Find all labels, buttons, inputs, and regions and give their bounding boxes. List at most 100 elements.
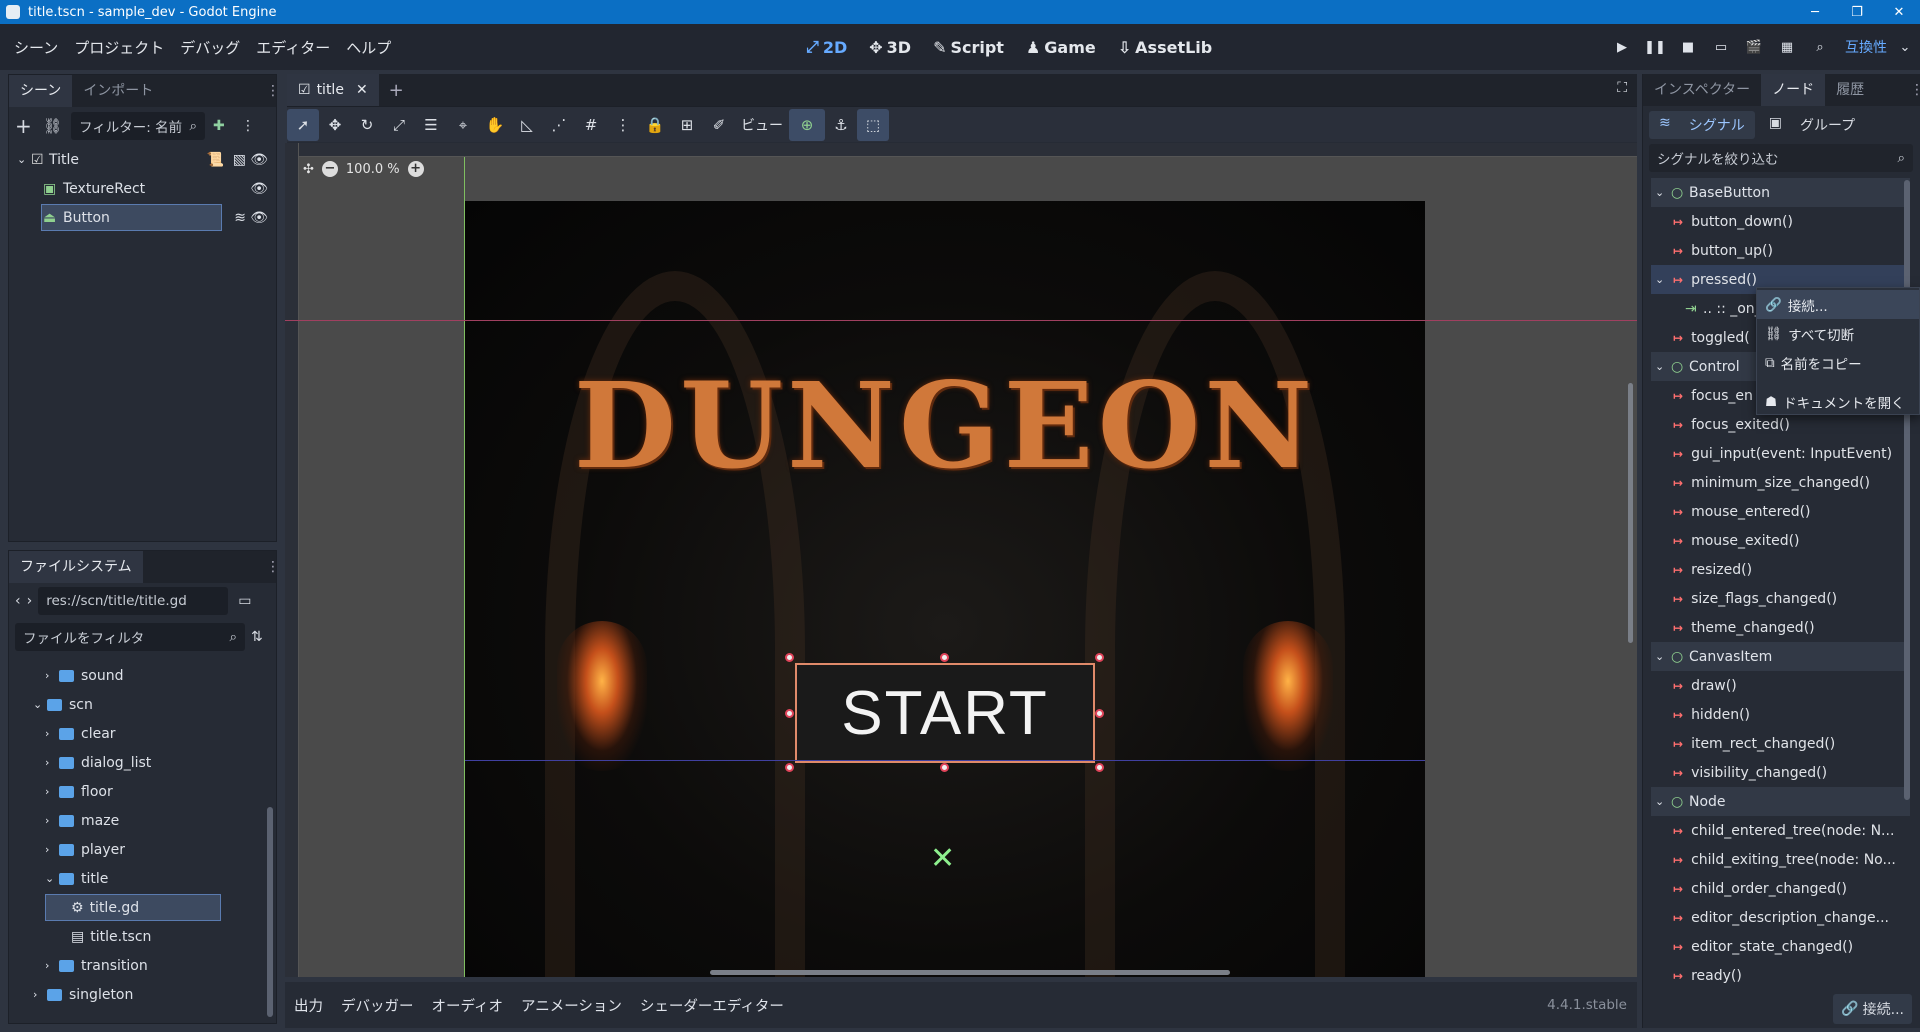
container-sizing-icon[interactable]: ⬚: [857, 108, 889, 141]
select-tool-icon[interactable]: ➚: [287, 108, 319, 141]
mode-3d-button[interactable]: ✥ 3D: [869, 38, 911, 57]
file-tree-item[interactable]: ⌄ scn: [9, 690, 276, 719]
scale-tool-icon[interactable]: ⤢: [383, 109, 415, 141]
scene-tab-title[interactable]: ☑ title ✕: [287, 74, 379, 106]
tab-output[interactable]: 出力: [285, 995, 332, 1016]
file-tree-item[interactable]: › transition: [9, 951, 276, 980]
close-icon[interactable]: ✕: [356, 74, 368, 106]
dock-menu-icon[interactable]: ⋮: [266, 83, 280, 99]
rotate-tool-icon[interactable]: ↻: [351, 109, 383, 141]
filesystem-scrollbar[interactable]: [267, 807, 273, 1017]
file-tree-item[interactable]: ⚙ title.gd: [9, 893, 276, 922]
signal-item[interactable]: ↦ child_exiting_tree(node: No...: [1651, 845, 1910, 874]
file-tree-item[interactable]: › sound: [9, 661, 276, 690]
signal-item[interactable]: ↦ item_rect_changed(): [1651, 729, 1910, 758]
maximize-button[interactable]: ❐: [1836, 0, 1878, 24]
tab-scene[interactable]: シーン: [9, 75, 73, 107]
anchor-preset-icon[interactable]: ⊕: [789, 108, 825, 141]
split-mode-icon[interactable]: ▭: [238, 593, 251, 609]
remote-debug-icon[interactable]: ▭: [1711, 37, 1731, 57]
chevron-right-icon[interactable]: ›: [45, 669, 59, 682]
tab-inspector[interactable]: インスペクター: [1643, 74, 1761, 106]
visibility-eye-icon[interactable]: 👁: [250, 152, 268, 168]
signal-category[interactable]: ⌄ ○ Node: [1651, 787, 1910, 816]
file-tree-item[interactable]: ▤ title.tscn: [9, 922, 276, 951]
resize-handle[interactable]: [940, 763, 949, 772]
snap-options-icon[interactable]: ⋮: [607, 109, 639, 141]
signal-item[interactable]: ↦ visibility_changed(): [1651, 758, 1910, 787]
play-scene-icon[interactable]: 🎬: [1744, 37, 1764, 57]
menu-item-copy-name[interactable]: ⧉ 名前をコピー: [1757, 348, 1919, 377]
signals-subtab[interactable]: ≋ シグナル: [1649, 111, 1755, 139]
signal-item[interactable]: ↦ hidden(): [1651, 700, 1910, 729]
smart-snap-icon[interactable]: ⋰: [543, 109, 575, 141]
file-tree-item[interactable]: › dialog_list: [9, 748, 276, 777]
canvas-viewport[interactable]: ✣ − 100.0 % + DUNGEON START ✕: [285, 143, 1637, 977]
grid-snap-icon[interactable]: #: [575, 109, 607, 141]
file-tree-item[interactable]: › floor: [9, 777, 276, 806]
pan-tool-icon[interactable]: ✋: [479, 109, 511, 141]
resize-handle[interactable]: [1095, 653, 1104, 662]
signal-item[interactable]: ↦ button_down(): [1651, 207, 1910, 236]
horizontal-scrollbar[interactable]: [710, 970, 1230, 975]
signal-item[interactable]: ↦ child_entered_tree(node: N...: [1651, 816, 1910, 845]
file-filter-input[interactable]: ファイルをフィルタ ⌕: [15, 623, 245, 651]
tree-node-texturerect[interactable]: ▣ TextureRect 👁: [9, 174, 276, 203]
tree-node-button[interactable]: ⏏ Button ≋ 👁: [9, 203, 276, 232]
signal-item[interactable]: ↦ minimum_size_changed(): [1651, 468, 1910, 497]
resize-handle[interactable]: [785, 709, 794, 718]
chevron-down-icon[interactable]: ⌄: [1655, 360, 1671, 373]
anchor-icon[interactable]: ✕: [930, 841, 955, 876]
tab-node[interactable]: ノード: [1761, 74, 1826, 106]
menu-help[interactable]: ヘルプ: [338, 37, 399, 58]
skeleton-icon[interactable]: ✐: [703, 109, 735, 141]
group-icon[interactable]: ▧: [233, 152, 246, 168]
tab-history[interactable]: 履歴: [1825, 74, 1875, 106]
menu-debug[interactable]: デバッグ: [172, 37, 248, 58]
signal-icon[interactable]: ≋: [234, 210, 246, 226]
start-button[interactable]: START: [795, 663, 1095, 763]
signal-item[interactable]: ↦ mouse_exited(): [1651, 526, 1910, 555]
tab-filesystem[interactable]: ファイルシステム: [9, 551, 143, 583]
signal-item[interactable]: ↦ size_flags_changed(): [1651, 584, 1910, 613]
file-tree-item[interactable]: › clear: [9, 719, 276, 748]
add-node-icon[interactable]: +: [15, 114, 35, 138]
mode-assetlib-button[interactable]: ⇩ AssetLib: [1118, 38, 1212, 57]
scene-filter-input[interactable]: フィルター: 名前 ⌕: [71, 112, 205, 140]
file-tree-item[interactable]: › singleton: [9, 980, 276, 1009]
minimize-button[interactable]: ─: [1794, 0, 1836, 24]
list-select-icon[interactable]: ☰: [415, 109, 447, 141]
pivot-tool-icon[interactable]: ⌖: [447, 109, 479, 141]
add-tab-icon[interactable]: +: [389, 80, 404, 101]
forward-icon[interactable]: ›: [27, 593, 33, 609]
tree-node-title[interactable]: ⌄ ☑ Title 📜 ▧ 👁: [9, 145, 276, 174]
signal-item[interactable]: ↦ gui_input(event: InputEvent): [1651, 439, 1910, 468]
signal-category[interactable]: ⌄ ○ BaseButton: [1651, 178, 1910, 207]
signal-item[interactable]: ↦ editor_description_change...: [1651, 903, 1910, 932]
signal-item[interactable]: ↦ draw(): [1651, 671, 1910, 700]
signal-item[interactable]: ↦ button_up(): [1651, 236, 1910, 265]
chevron-right-icon[interactable]: ›: [45, 843, 59, 856]
ruler-tool-icon[interactable]: ◺: [511, 109, 543, 141]
stop-icon[interactable]: ■: [1678, 37, 1698, 57]
resize-handle[interactable]: [785, 763, 794, 772]
chevron-right-icon[interactable]: ›: [45, 727, 59, 740]
zoom-level[interactable]: 100.0 %: [346, 162, 400, 177]
anchor-icon[interactable]: ⚓: [825, 109, 857, 141]
signal-category[interactable]: ⌄ ○ CanvasItem: [1651, 642, 1910, 671]
path-field[interactable]: res://scn/title/title.gd: [38, 587, 229, 615]
chevron-right-icon[interactable]: ›: [45, 814, 59, 827]
menu-item-disconnect-all[interactable]: ⛓ すべて切断: [1757, 319, 1919, 348]
group-select-icon[interactable]: ⊞: [671, 109, 703, 141]
signal-item[interactable]: ↦ theme_changed(): [1651, 613, 1910, 642]
signal-filter-input[interactable]: シグナルを絞り込む ⌕: [1649, 144, 1913, 172]
mode-2d-button[interactable]: ⤢ 2D: [806, 37, 847, 57]
signal-item[interactable]: ↦ child_order_changed(): [1651, 874, 1910, 903]
script-icon[interactable]: 📜: [207, 152, 224, 168]
chevron-down-icon[interactable]: ⌄: [1655, 186, 1671, 199]
chevron-down-icon[interactable]: ⌄: [1655, 273, 1673, 286]
resize-handle[interactable]: [1095, 763, 1104, 772]
tab-debugger[interactable]: デバッガー: [332, 995, 423, 1016]
signal-item[interactable]: ↦ editor_state_changed(): [1651, 932, 1910, 961]
chevron-down-icon[interactable]: ⌄: [1655, 795, 1671, 808]
